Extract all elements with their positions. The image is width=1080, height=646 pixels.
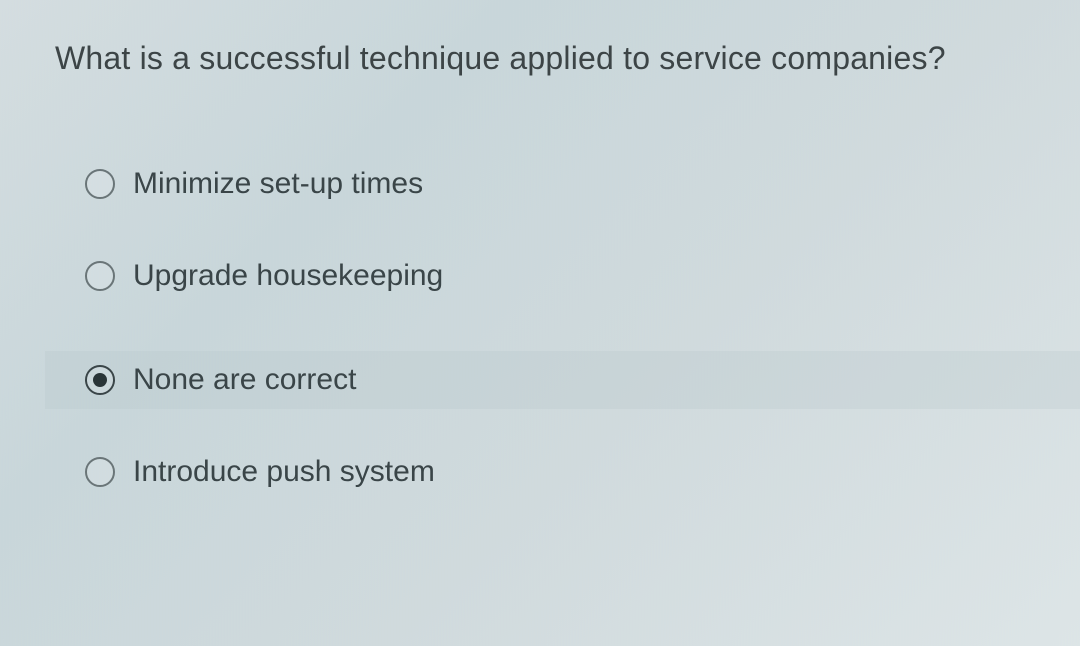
- option-label: Upgrade housekeeping: [133, 259, 443, 293]
- option-row-1[interactable]: Upgrade housekeeping: [85, 259, 1025, 293]
- radio-icon[interactable]: [85, 365, 115, 395]
- radio-icon[interactable]: [85, 457, 115, 487]
- options-list: Minimize set-up times Upgrade housekeepi…: [55, 167, 1025, 489]
- option-row-3[interactable]: Introduce push system: [85, 455, 1025, 489]
- question-text: What is a successful technique applied t…: [55, 40, 1025, 77]
- option-row-2[interactable]: None are correct: [45, 351, 1080, 409]
- option-label: Introduce push system: [133, 455, 435, 489]
- radio-icon[interactable]: [85, 169, 115, 199]
- option-row-0[interactable]: Minimize set-up times: [85, 167, 1025, 201]
- option-label: Minimize set-up times: [133, 167, 423, 201]
- radio-dot-icon: [93, 373, 107, 387]
- radio-icon[interactable]: [85, 261, 115, 291]
- option-label: None are correct: [133, 363, 356, 397]
